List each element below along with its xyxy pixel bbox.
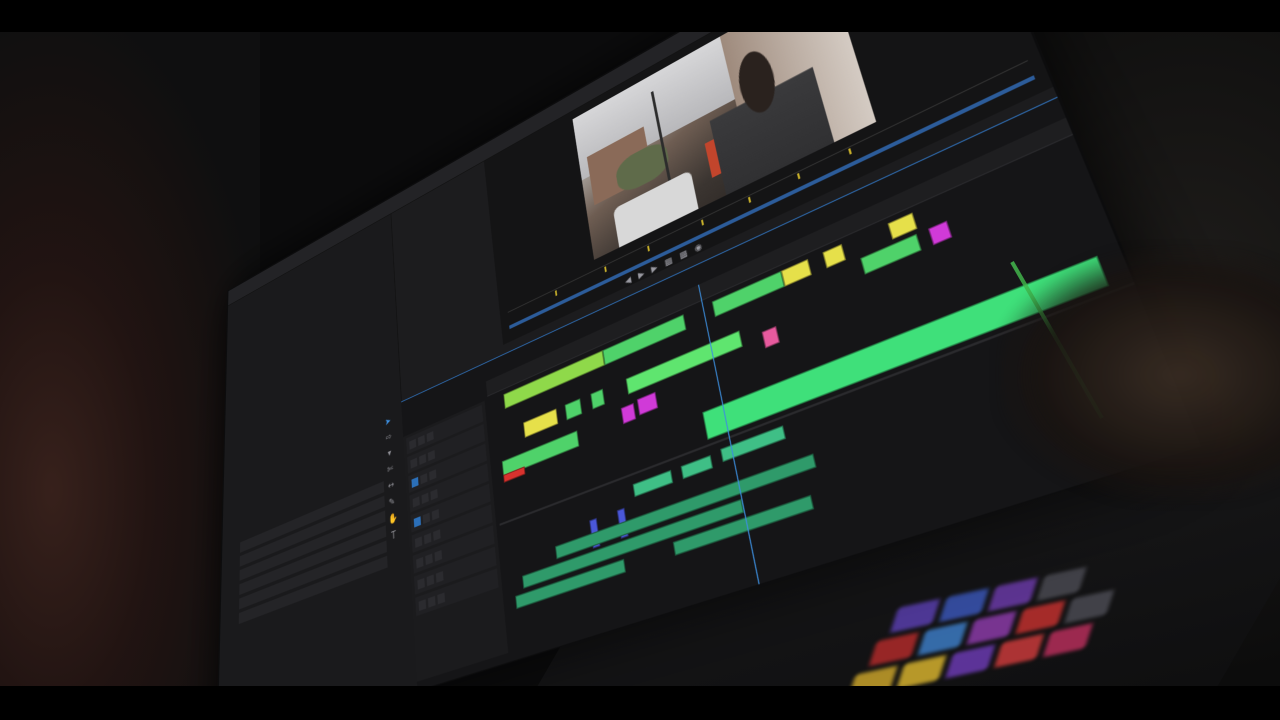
razor-tool-icon: ✄ <box>386 463 395 477</box>
toggle-button <box>427 431 434 442</box>
video-clip <box>621 403 636 424</box>
video-clip <box>762 326 780 348</box>
toggle-button <box>418 435 425 446</box>
insert-icon: ▩ <box>664 256 673 269</box>
toggle-button <box>429 469 436 480</box>
marker-tick <box>604 266 607 272</box>
video-clip <box>637 392 658 416</box>
mute-button <box>423 512 430 523</box>
solo-button <box>434 550 442 562</box>
toggle-button <box>420 473 427 484</box>
toggle-button <box>428 450 435 461</box>
marker-tick <box>555 290 557 296</box>
step-back-icon: ◀ <box>624 276 632 288</box>
mute-button <box>424 532 431 543</box>
solo-button <box>436 571 444 583</box>
toggle-button <box>410 457 417 468</box>
pen-tool-icon: ✎ <box>387 496 396 511</box>
toggle-button <box>419 453 426 464</box>
track-select-icon: ⇨ <box>384 431 393 445</box>
solo-button <box>432 509 439 520</box>
mute-button <box>425 553 432 565</box>
overwrite-icon: ▩ <box>679 249 689 262</box>
toggle-button <box>415 536 422 547</box>
toggle-button <box>417 577 424 589</box>
marker-tick <box>647 245 650 251</box>
marker-tick <box>848 148 852 155</box>
video-clip <box>928 221 952 246</box>
marker-tick <box>748 197 751 203</box>
toggle-button <box>409 438 416 449</box>
solo-button <box>437 592 445 604</box>
marker-tick <box>701 219 704 225</box>
toggle-button <box>413 496 420 507</box>
letterbox-top <box>0 0 1280 32</box>
slip-tool-icon: ↔ <box>387 479 396 494</box>
ripple-edit-icon: ▾ <box>385 447 394 461</box>
letterbox-bottom <box>0 686 1280 720</box>
export-frame-icon: ◉ <box>694 242 703 255</box>
marker-tick <box>797 173 800 179</box>
toggle-button <box>416 557 423 568</box>
video-clip <box>523 409 558 438</box>
step-forward-icon: ▶ <box>651 263 659 275</box>
audio-clip <box>633 470 673 497</box>
toggle-button <box>421 492 428 503</box>
hand-tool-icon: ✋ <box>388 512 397 527</box>
photo-frame: ◀ ▶ ▶ ▩ ▩ ◉ ➤ ⇨ ▾ ✄ ↔ ✎ ✋ T <box>0 0 1280 720</box>
audio-clip <box>681 455 713 479</box>
mute-button <box>428 595 436 607</box>
play-icon: ▶ <box>637 269 645 281</box>
mute-button <box>427 574 435 586</box>
toggle-button <box>430 489 437 500</box>
video-clip <box>860 234 921 275</box>
blurred-hand <box>1000 250 1280 500</box>
video-clip <box>565 398 582 420</box>
effects-list <box>239 481 388 628</box>
video-clip <box>822 244 846 268</box>
toggle-button <box>419 599 427 611</box>
video-clip <box>590 389 605 410</box>
source-patch-button <box>411 476 418 487</box>
source-patch-button <box>414 516 421 527</box>
solo-button <box>433 529 441 540</box>
selection-tool-icon: ➤ <box>384 415 393 429</box>
